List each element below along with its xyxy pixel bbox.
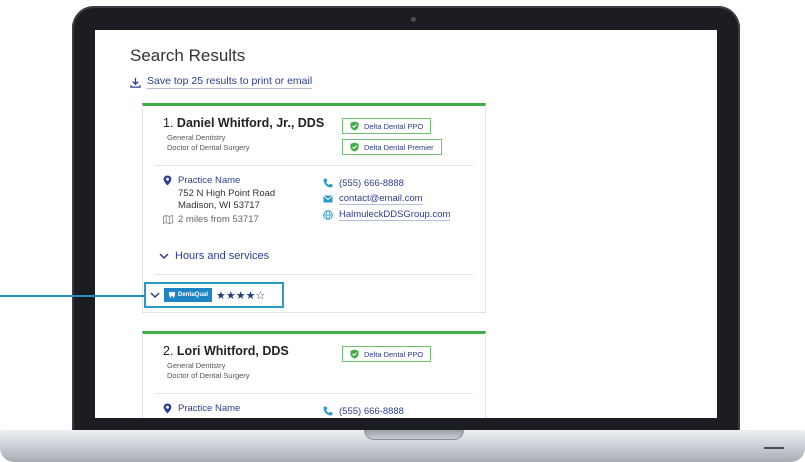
location-block: Practice Name <box>163 403 240 414</box>
shield-check-icon <box>350 121 359 131</box>
shield-check-icon <box>350 349 359 359</box>
laptop-screen: Search Results Save top 25 results to pr… <box>95 30 717 418</box>
shield-check-icon <box>350 142 359 152</box>
degree: Doctor of Dental Surgery <box>167 143 250 152</box>
download-icon <box>130 77 141 88</box>
divider <box>155 393 473 394</box>
globe-icon <box>323 210 333 220</box>
address-line-1: 752 N High Point Road <box>178 188 276 199</box>
star-filled-icon: ★ <box>245 289 256 302</box>
practice-name: Practice Name <box>178 175 241 186</box>
page-title: Search Results <box>130 46 246 65</box>
map-pin-icon <box>163 403 172 414</box>
email-row[interactable]: contact@email.com <box>323 191 450 207</box>
contact-block: (555) 666-8888 contact@email.com Halmule… <box>323 175 451 223</box>
divider <box>155 274 473 275</box>
distance: 2 miles from 53717 <box>163 214 275 225</box>
phone-number: (555) 666-8888 <box>339 177 404 189</box>
plan-label: Delta Dental PPO <box>364 349 424 359</box>
dentist-name-text: Lori Whitford, DDS <box>176 344 289 358</box>
base-indicator <box>764 447 784 449</box>
base-notch <box>364 430 464 440</box>
star-filled-icon: ★ <box>216 289 226 302</box>
chevron-down-icon <box>159 252 169 259</box>
plan-label: Delta Dental Premier <box>364 142 434 152</box>
plan-badge: Delta Dental Premier <box>342 139 442 155</box>
specialty: General Dentistry <box>167 133 226 142</box>
dentist-name-text: Daniel Whitford, Jr., DDS <box>176 116 325 130</box>
result-card: 2. Lori Whitford, DDS General Dentistry … <box>142 331 486 418</box>
website-link: HalmuleckDDSGroup.com <box>339 209 451 221</box>
hours-services-label: Hours and services <box>175 250 270 262</box>
degree: Doctor of Dental Surgery <box>167 371 250 380</box>
plan-badges: Delta Dental PPO Delta Dental Premier <box>342 118 442 155</box>
phone-row[interactable]: (555) 666-8888 <box>323 403 404 418</box>
map-pin-icon <box>163 175 172 186</box>
distance-text: 2 miles from 53717 <box>178 214 259 225</box>
practice-row[interactable]: Practice Name <box>163 403 240 414</box>
result-rank: 1. <box>163 116 174 130</box>
plan-badge: Delta Dental PPO <box>342 118 432 134</box>
plan-label: Delta Dental PPO <box>364 121 424 131</box>
address-line-2: Madison, WI 53717 <box>178 200 260 211</box>
email-link: contact@email.com <box>339 193 423 205</box>
map-icon <box>163 215 173 224</box>
phone-row[interactable]: (555) 666-8888 <box>323 175 450 191</box>
plan-badges: Delta Dental PPO <box>342 346 432 362</box>
tooth-icon <box>168 291 176 298</box>
plan-badge: Delta Dental PPO <box>342 346 432 362</box>
hours-services-toggle[interactable]: Hours and services <box>159 250 269 262</box>
divider <box>155 165 473 166</box>
result-rank: 2. <box>163 344 174 358</box>
practice-name: Practice Name <box>178 403 241 414</box>
save-results-link[interactable]: Save top 25 results to print or email <box>130 75 313 89</box>
camera-icon <box>411 17 416 22</box>
chevron-down-icon <box>150 291 160 298</box>
save-results-label: Save top 25 results to print or email <box>147 75 313 89</box>
contact-block: (555) 666-8888 <box>323 403 404 418</box>
location-block: Practice Name 752 N High Point Road Madi… <box>163 175 275 225</box>
phone-number: (555) 666-8888 <box>339 405 404 417</box>
dentaqual-logo: DentaQual <box>164 288 213 302</box>
specialty: General Dentistry <box>167 361 226 370</box>
laptop-base <box>0 430 805 462</box>
star-filled-icon: ★ <box>235 289 246 302</box>
phone-icon <box>323 406 333 416</box>
star-rating: ★ ★ ★ ★ ☆ <box>216 289 265 302</box>
dentist-name[interactable]: 1. Daniel Whitford, Jr., DDS <box>163 116 324 130</box>
dentaqual-brand: DentaQual <box>178 292 209 298</box>
callout-line <box>0 295 145 297</box>
practice-row[interactable]: Practice Name <box>163 175 275 186</box>
star-filled-icon: ★ <box>225 289 236 302</box>
phone-icon <box>323 178 333 188</box>
star-empty-icon: ☆ <box>255 289 266 302</box>
dentaqual-rating[interactable]: DentaQual ★ ★ ★ ★ ☆ <box>144 282 284 308</box>
mail-icon <box>323 195 333 203</box>
dentist-name[interactable]: 2. Lori Whitford, DDS <box>163 344 289 358</box>
website-row[interactable]: HalmuleckDDSGroup.com <box>323 207 451 223</box>
